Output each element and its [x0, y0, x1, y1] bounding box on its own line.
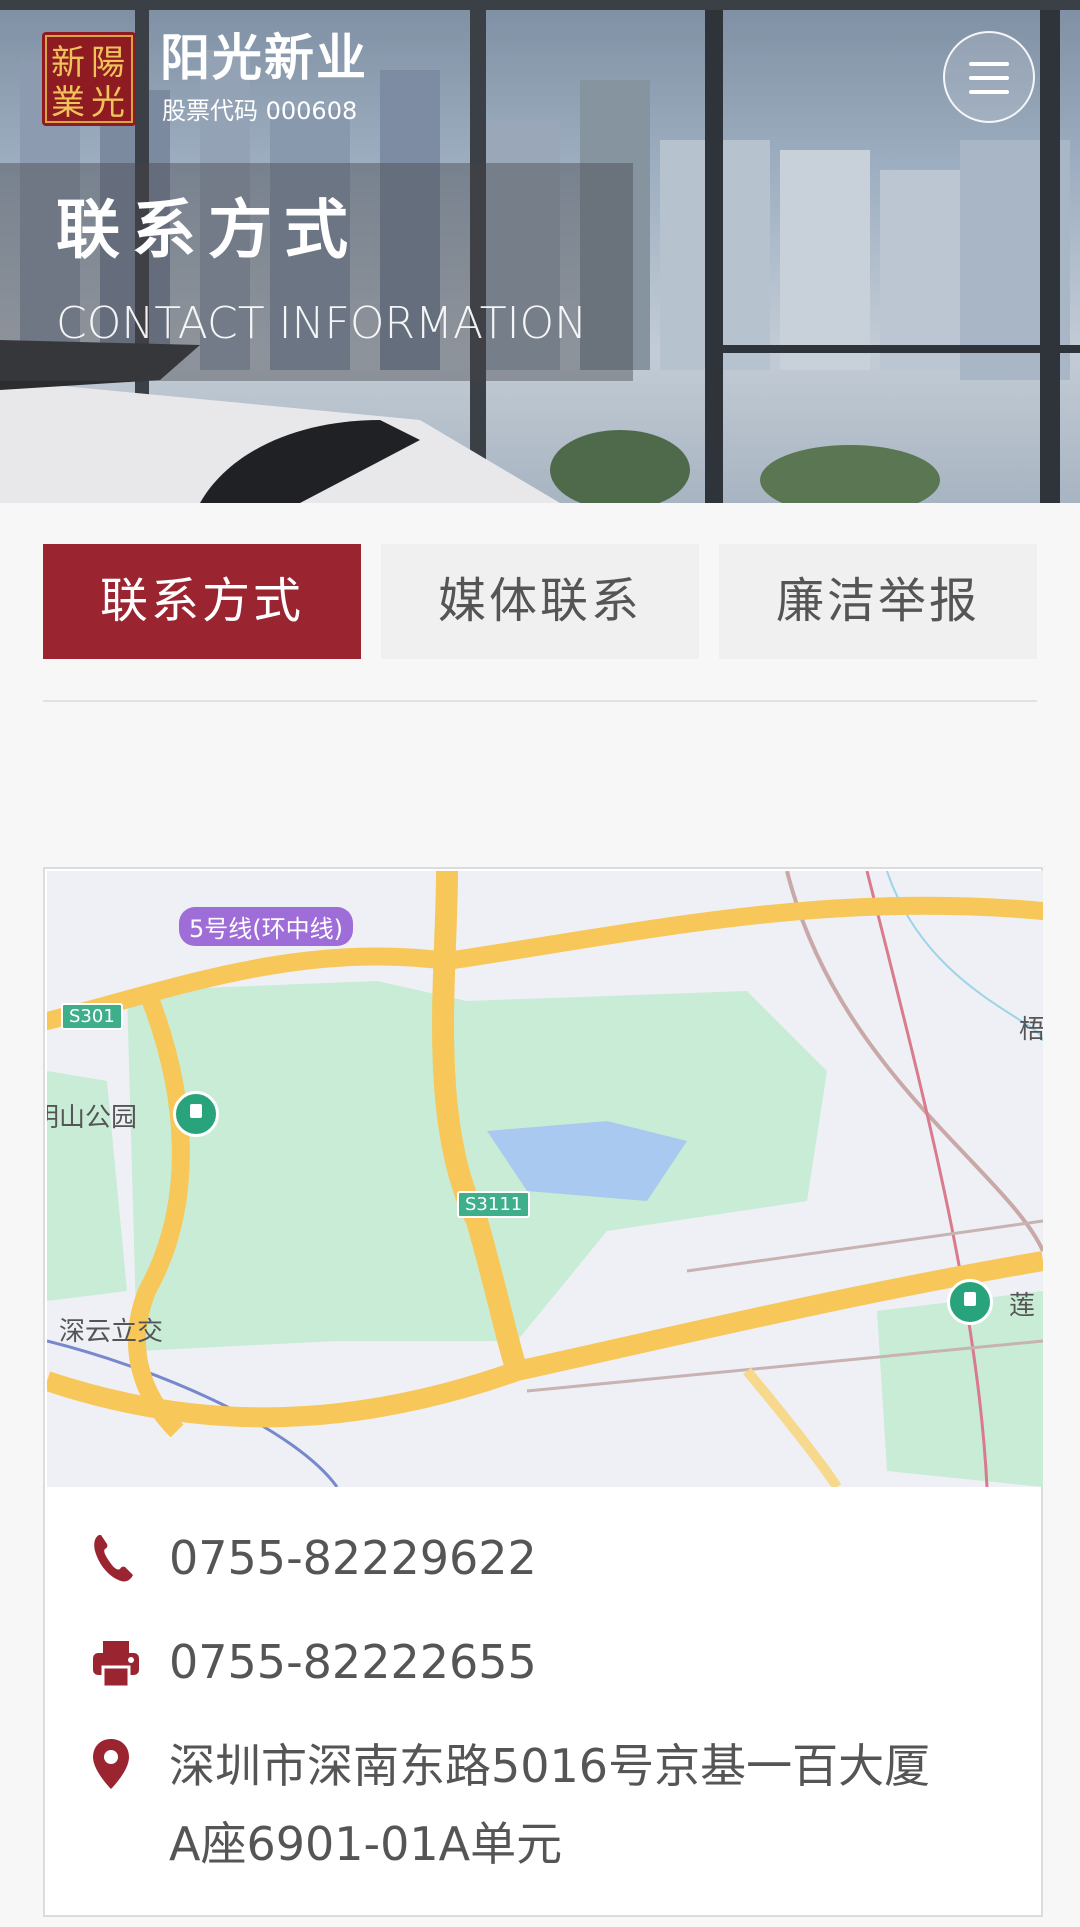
map-label-right-1: 莲: [1009, 1291, 1036, 1321]
svg-text:陽: 陽: [91, 43, 125, 83]
contact-card: 5号线(环中线) S301 S3111 明山公园 深云立交 莲 梧 0755-8…: [43, 867, 1043, 1917]
map-label-s3111: S3111: [457, 1191, 531, 1218]
stock-code: 股票代码 000608: [162, 97, 358, 125]
phone-icon: [94, 1535, 133, 1582]
brand-name: 阳光新业: [160, 29, 368, 87]
location-pin-icon: [93, 1739, 129, 1789]
address-line-1: 深圳市深南东路5016号京基一百大厦: [169, 1739, 931, 1793]
map-label-right-2: 梧: [1019, 1015, 1043, 1045]
hero-banner: 新 陽 業 光 阳光新业 股票代码 000608 联系方式 CONTACT IN…: [0, 0, 1080, 503]
hamburger-menu-icon[interactable]: [943, 31, 1035, 123]
address-line-2: A座6901-01A单元: [169, 1817, 563, 1871]
fax-number: 0755-82222655: [169, 1635, 537, 1689]
location-map[interactable]: 5号线(环中线) S301 S3111 明山公园 深云立交 莲 梧: [47, 871, 1043, 1487]
map-graphic: [47, 871, 1043, 1487]
map-label-interchange: 深云立交: [59, 1317, 164, 1347]
map-label-park: 明山公园: [47, 1103, 138, 1133]
tab-media-contact[interactable]: 媒体联系: [381, 544, 699, 659]
divider: [43, 700, 1037, 702]
svg-text:業: 業: [51, 83, 85, 123]
tab-bar: 联系方式 媒体联系 廉洁举报: [43, 544, 1037, 659]
map-label-metro: 5号线(环中线): [179, 907, 353, 946]
tab-contact-info[interactable]: 联系方式: [43, 544, 361, 659]
park-pin-icon: [173, 1091, 219, 1137]
fax-printer-icon: [93, 1641, 139, 1689]
page-subtitle: CONTACT INFORMATION: [56, 298, 588, 349]
svg-text:新: 新: [51, 43, 85, 83]
page-title: 联系方式: [56, 194, 360, 268]
poi-pin-icon: [947, 1279, 993, 1325]
tab-integrity-report[interactable]: 廉洁举报: [719, 544, 1037, 659]
phone-number[interactable]: 0755-82229622: [169, 1519, 537, 1597]
logo-seal-icon: 新 陽 業 光: [45, 35, 133, 123]
svg-text:光: 光: [91, 83, 125, 123]
company-logo[interactable]: 新 陽 業 光: [42, 32, 136, 126]
map-label-s301: S301: [61, 1003, 123, 1030]
